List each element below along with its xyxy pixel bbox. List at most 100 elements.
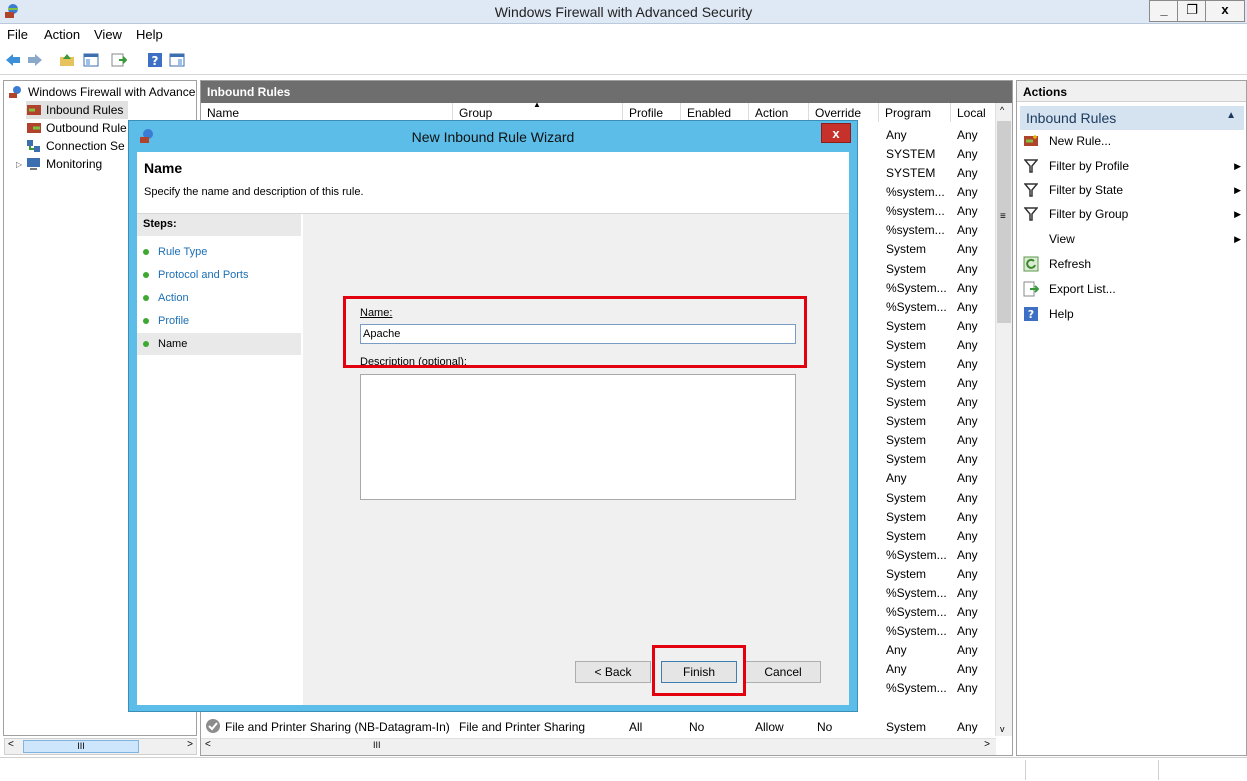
sort-ascending-icon: ▲ [533, 100, 541, 109]
step-complete-dot [143, 272, 149, 278]
step-label: Profile [158, 315, 190, 327]
tree-item-connection-security[interactable]: Connection Se [26, 137, 125, 155]
scroll-up-icon[interactable]: ^ [1000, 105, 1004, 115]
rule-local-cell: Any [957, 548, 978, 562]
connection-security-icon [27, 140, 40, 152]
pane-header: Inbound Rules [201, 81, 1012, 103]
rule-description-textarea[interactable] [360, 374, 796, 500]
rule-program-cell: %system... [886, 204, 945, 218]
rules-vertical-scrollbar[interactable]: ^ ≡ v [995, 103, 1012, 736]
rule-program-cell: System [886, 510, 927, 524]
forward-arrow-icon[interactable] [26, 51, 44, 69]
refresh-icon [1023, 256, 1039, 272]
export-list-icon[interactable] [110, 51, 128, 69]
collapse-arrow-icon[interactable]: ▲ [1226, 110, 1236, 121]
help-icon[interactable]: ? [146, 51, 164, 69]
tree-item-monitoring[interactable]: ▷ Monitoring [16, 155, 102, 173]
action-new-rule[interactable]: New Rule... [1023, 131, 1243, 151]
step-protocol-and-ports[interactable]: Protocol and Ports [137, 264, 301, 286]
show-hide-action-pane-icon[interactable] [168, 51, 186, 69]
scroll-left-icon[interactable]: < [205, 739, 211, 750]
tree-item-root[interactable]: Windows Firewall with Advance [8, 83, 195, 101]
rule-program-cell: Any [886, 128, 907, 142]
show-hide-tree-icon[interactable] [82, 51, 100, 69]
wizard-title-bar: New Inbound Rule Wizard x [129, 121, 857, 151]
expand-arrow-icon[interactable]: ▷ [16, 160, 22, 169]
minimize-button[interactable]: _ [1149, 0, 1179, 22]
tree-item-label: Connection Se [46, 139, 125, 153]
wizard-body: Name Specify the name and description of… [137, 152, 849, 705]
action-filter-by-profile[interactable]: Filter by Profile ▶ [1023, 156, 1243, 176]
column-header-label: Group [459, 106, 493, 120]
menu-view[interactable]: View [94, 27, 122, 42]
tree-item-inbound-rules[interactable]: Inbound Rules [26, 101, 128, 119]
tree-horizontal-scrollbar[interactable]: < III > [4, 738, 197, 755]
submenu-arrow-icon: ▶ [1234, 184, 1241, 195]
action-refresh[interactable]: Refresh [1023, 254, 1243, 274]
step-rule-type[interactable]: Rule Type [137, 241, 301, 263]
rule-program-cell: %System... [886, 681, 947, 695]
rule-override-cell: No [817, 720, 833, 734]
step-profile[interactable]: Profile [137, 310, 301, 332]
rule-program-cell: System [886, 433, 927, 447]
rule-local-cell: Any [957, 433, 978, 447]
export-icon [1023, 281, 1039, 297]
rules-scroll-thumb[interactable]: ≡ [997, 121, 1011, 323]
scroll-grip-icon: ≡ [1000, 211, 1006, 222]
tree-scroll-thumb[interactable]: III [23, 740, 139, 753]
rule-program-cell: %System... [886, 300, 947, 314]
scroll-right-icon[interactable]: > [984, 739, 990, 750]
menu-help[interactable]: Help [136, 27, 163, 42]
action-filter-by-state[interactable]: Filter by State ▶ [1023, 180, 1243, 200]
filter-icon [1023, 182, 1039, 198]
submenu-arrow-icon: ▶ [1234, 208, 1241, 219]
actions-section-inbound-rules[interactable]: Inbound Rules ▲ [1020, 106, 1244, 130]
action-label: View [1049, 232, 1075, 246]
step-action[interactable]: Action [137, 287, 301, 309]
cancel-button[interactable]: Cancel [745, 661, 821, 683]
step-label: Rule Type [158, 246, 208, 258]
scroll-down-icon[interactable]: v [1000, 724, 1005, 734]
rules-horizontal-scrollbar[interactable]: < III > [201, 738, 996, 755]
close-button[interactable]: x [1205, 0, 1245, 22]
rule-local-cell: Any [957, 357, 978, 371]
back-button[interactable]: < Back [575, 661, 651, 683]
action-help[interactable]: ? Help [1023, 304, 1243, 324]
action-export-list[interactable]: Export List... [1023, 279, 1243, 299]
rule-program-cell: System [886, 720, 927, 734]
step-name[interactable]: Name [137, 333, 301, 355]
scroll-right-icon[interactable]: > [187, 739, 193, 750]
step-complete-dot [143, 318, 149, 324]
menu-file[interactable]: File [7, 27, 28, 42]
toolbar: ? [0, 45, 1247, 75]
column-header-program[interactable]: Program [879, 103, 951, 122]
rule-group-cell: File and Printer Sharing [459, 720, 586, 734]
up-folder-icon[interactable] [58, 51, 76, 69]
scroll-grip-label: III [373, 740, 381, 750]
rule-local-cell: Any [957, 567, 978, 581]
menu-action[interactable]: Action [44, 27, 80, 42]
rule-program-cell: Any [886, 662, 907, 676]
rule-program-cell: System [886, 529, 927, 543]
steps-title: Steps: [137, 214, 301, 236]
back-arrow-icon[interactable] [4, 51, 22, 69]
restore-button[interactable]: ❐ [1177, 0, 1207, 22]
action-filter-by-group[interactable]: Filter by Group ▶ [1023, 204, 1243, 224]
rule-local-cell: Any [957, 281, 978, 295]
rule-name-cell[interactable]: File and Printer Sharing (NB-Datagram-In… [225, 720, 450, 734]
status-bar [0, 757, 1247, 781]
rule-local-cell: Any [957, 376, 978, 390]
rule-local-cell: Any [957, 147, 978, 161]
column-header-local-address[interactable]: Local A [951, 103, 997, 122]
action-label: Help [1049, 307, 1074, 321]
wizard-close-button[interactable]: x [821, 123, 851, 143]
rule-profile-cell: All [629, 720, 643, 734]
outbound-rules-icon [27, 123, 41, 133]
rule-program-cell: System [886, 452, 927, 466]
rule-program-cell: System [886, 242, 927, 256]
action-label: New Rule... [1049, 134, 1112, 148]
tree-item-outbound-rules[interactable]: Outbound Rule [26, 119, 127, 137]
svg-text:?: ? [1028, 308, 1034, 321]
action-view[interactable]: View ▶ [1023, 229, 1243, 249]
scroll-left-icon[interactable]: < [8, 739, 14, 750]
